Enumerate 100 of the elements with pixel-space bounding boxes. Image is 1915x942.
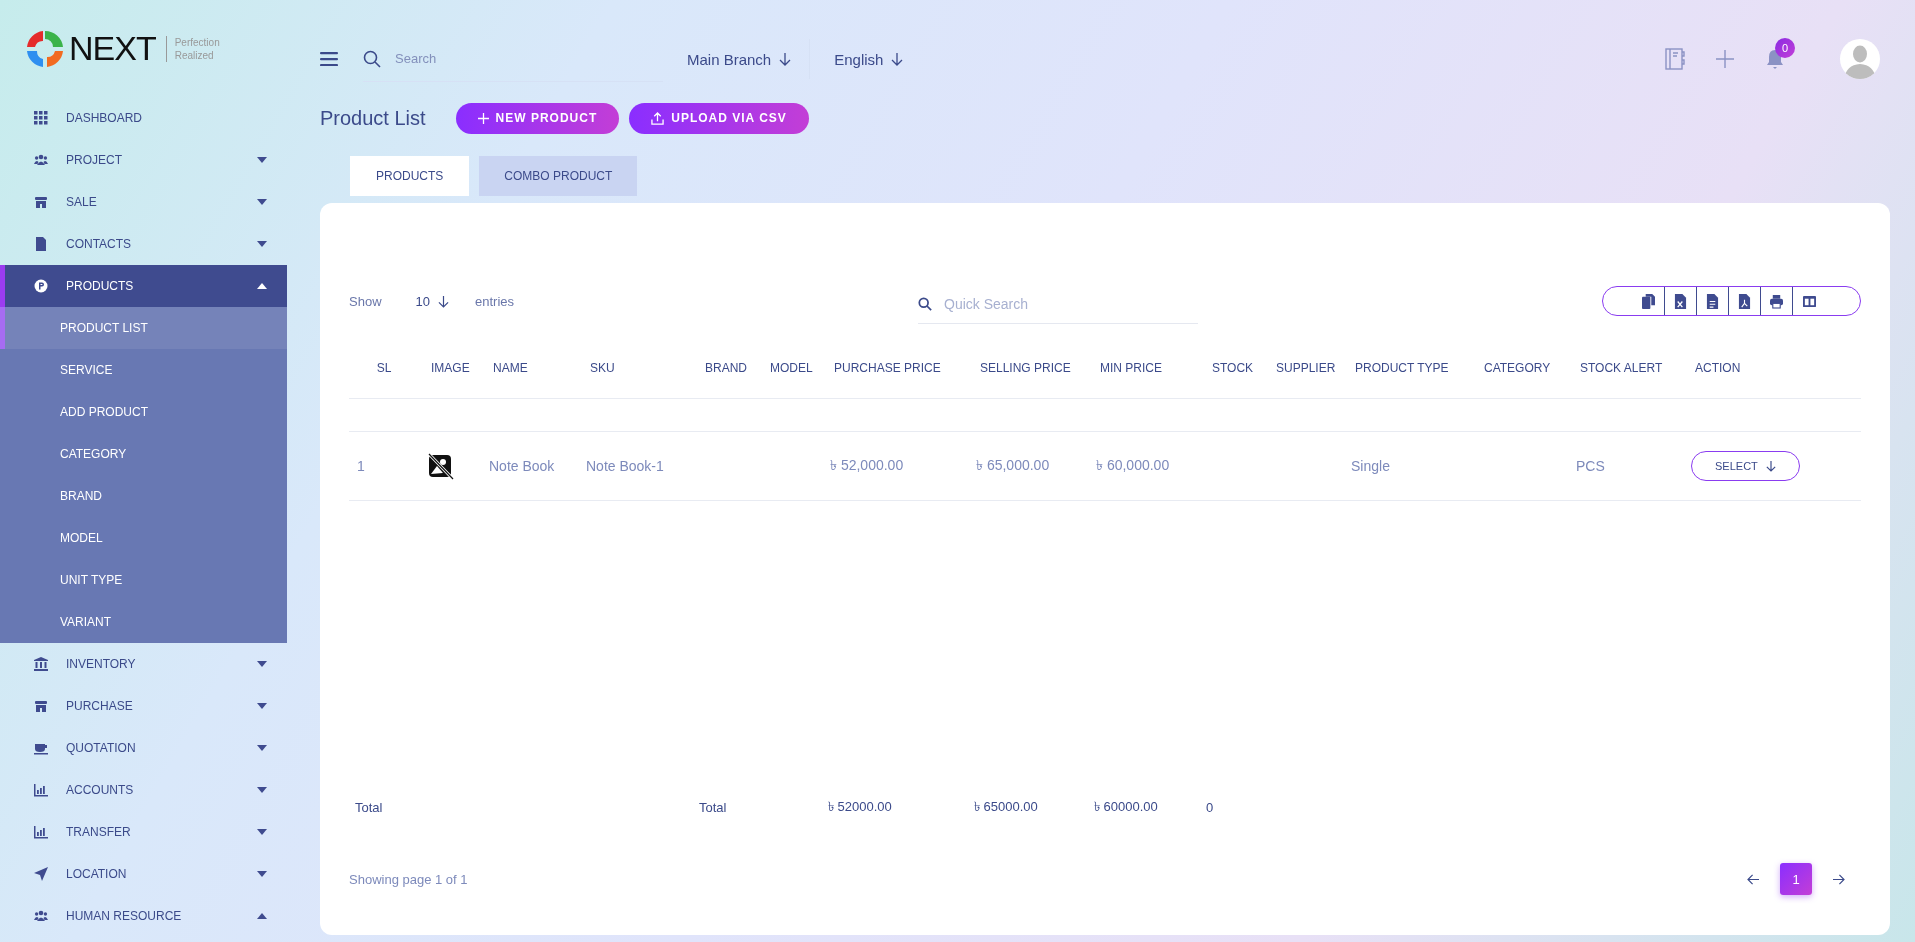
branch-dropdown[interactable]: Main Branch <box>687 50 792 68</box>
text-file-icon <box>1706 293 1719 309</box>
submenu-item[interactable]: VARIANT <box>0 601 287 643</box>
table-cell-text: ৳ 60,000.00 <box>1095 456 1171 475</box>
total-label: Total <box>698 799 728 815</box>
sidebar-item[interactable]: TRANSFER <box>0 811 287 853</box>
column-header: MODEL <box>769 361 814 375</box>
entries-label: entries <box>475 293 515 309</box>
search-field[interactable]: Search <box>393 50 573 67</box>
total-value: ৳ 60000.00 <box>1093 797 1159 816</box>
tab[interactable]: PRODUCTS <box>350 156 470 196</box>
column-header: BRAND <box>704 361 748 375</box>
column-header: PURCHASE PRICE <box>833 361 942 375</box>
sidebar-item[interactable]: QUOTATION <box>0 727 287 769</box>
bar-chart-icon <box>34 783 48 797</box>
broken-image-icon <box>427 452 455 480</box>
column-header: MIN PRICE <box>1099 361 1163 375</box>
sidebar-label: ACCOUNTS <box>66 783 135 797</box>
bar-chart-icon <box>34 825 48 839</box>
sidebar-label: TRANSFER <box>66 825 132 839</box>
sidebar-item[interactable]: PRODUCTS <box>0 265 287 307</box>
column-header: ACTION <box>1694 361 1742 375</box>
total-value: ৳ 52000.00 <box>827 797 893 816</box>
sidebar-item[interactable]: INVENTORY <box>0 643 287 685</box>
total-label: Total <box>354 799 384 815</box>
sidebar-label: QUOTATION <box>66 741 137 755</box>
language-dropdown[interactable]: English <box>834 50 904 68</box>
column-header: STOCK <box>1211 361 1255 375</box>
grid-icon <box>34 111 48 125</box>
arrow-down-icon <box>779 52 792 66</box>
copy-icon <box>1642 293 1655 309</box>
arrow-down-icon <box>438 294 449 308</box>
location-arrow-icon <box>34 867 48 881</box>
excel-file-icon <box>1674 293 1687 309</box>
page-button[interactable]: 1 <box>1780 863 1812 895</box>
sidebar-item[interactable]: LOCATION <box>0 853 287 895</box>
menu-icon[interactable] <box>320 52 338 66</box>
tab[interactable]: COMBO PRODUCT <box>479 156 638 196</box>
column-header: PRODUCT TYPE <box>1354 361 1450 375</box>
sidebar-item[interactable]: HUMAN RESOURCE <box>0 895 287 937</box>
users-icon <box>34 909 48 923</box>
bank-icon <box>34 657 48 671</box>
page-title: Product List <box>320 106 426 130</box>
column-header: IMAGE <box>430 361 471 375</box>
table-cell-text: ৳ 52,000.00 <box>829 456 905 475</box>
total-value: 0 <box>1205 799 1215 815</box>
sidebar-label: LOCATION <box>66 867 128 881</box>
arrow-down-icon <box>1765 460 1776 472</box>
sidebar-item[interactable]: PROJECT <box>0 139 287 181</box>
columns-icon <box>1802 293 1816 309</box>
search-icon <box>363 49 381 68</box>
sidebar-label: HUMAN RESOURCE <box>66 909 183 923</box>
sidebar-label: CONTACTS <box>66 237 133 251</box>
table-cell-text: Note Book-1 <box>585 458 665 474</box>
plus-icon <box>477 112 489 124</box>
sidebar-item[interactable]: SALE <box>0 181 287 223</box>
store-icon <box>34 699 48 713</box>
submenu-item[interactable]: BRAND <box>0 475 287 517</box>
pdf-file-icon <box>1738 293 1751 309</box>
submenu-item[interactable]: ADD PRODUCT <box>0 391 287 433</box>
sidebar-label: PURCHASE <box>66 699 134 713</box>
sidebar-label: SALE <box>66 195 98 209</box>
submenu-item[interactable]: SERVICE <box>0 349 287 391</box>
sidebar-item[interactable]: DASHBOARD <box>0 97 287 139</box>
print-icon <box>1770 293 1783 309</box>
column-header: STOCK ALERT <box>1579 361 1664 375</box>
page-size-select[interactable]: 10 <box>415 293 449 309</box>
brand-tagline: Perfection Realized <box>165 35 245 62</box>
arrow-down-icon <box>891 52 904 66</box>
sidebar-label: INVENTORY <box>66 657 137 671</box>
table-cell-text: PCS <box>1575 458 1606 474</box>
upload-csv-button[interactable]: UPLOAD VIA CSV <box>629 102 809 134</box>
file-icon <box>34 237 48 251</box>
column-header: CATEGORY <box>1483 361 1552 375</box>
submenu-item[interactable]: MODEL <box>0 517 287 559</box>
users-icon <box>34 153 48 167</box>
column-header: NAME <box>492 361 529 375</box>
logo-icon <box>25 28 65 69</box>
select-button[interactable]: SELECT <box>1691 451 1800 481</box>
cup-icon <box>34 741 48 755</box>
arrow-left-icon[interactable] <box>1747 873 1760 885</box>
upload-icon <box>651 111 665 125</box>
sidebar-item[interactable]: PURCHASE <box>0 685 287 727</box>
submenu-item[interactable]: UNIT TYPE <box>0 559 287 601</box>
table-cell-text: Note Book <box>488 458 556 474</box>
submenu-item[interactable]: PRODUCT LIST <box>0 307 287 349</box>
new-product-button[interactable]: NEW PRODUCT <box>455 102 620 134</box>
submenu-item[interactable]: CATEGORY <box>0 433 287 475</box>
table-cell-text: ৳ 65,000.00 <box>975 456 1051 475</box>
page-summary: Showing page 1 of 1 <box>349 871 468 887</box>
brand-name: NEXT <box>69 29 156 68</box>
sidebar-label: PRODUCTS <box>66 279 135 293</box>
sidebar-item[interactable]: ACCOUNTS <box>0 769 287 811</box>
arrow-right-icon[interactable] <box>1832 873 1845 885</box>
sidebar-label: PROJECT <box>66 153 123 167</box>
sidebar-item[interactable]: CONTACTS <box>0 223 287 265</box>
table-cell-text: 1 <box>356 458 366 474</box>
column-header: SUPPLIER <box>1275 361 1337 375</box>
column-header: SL <box>375 361 393 375</box>
store-icon <box>34 195 48 209</box>
